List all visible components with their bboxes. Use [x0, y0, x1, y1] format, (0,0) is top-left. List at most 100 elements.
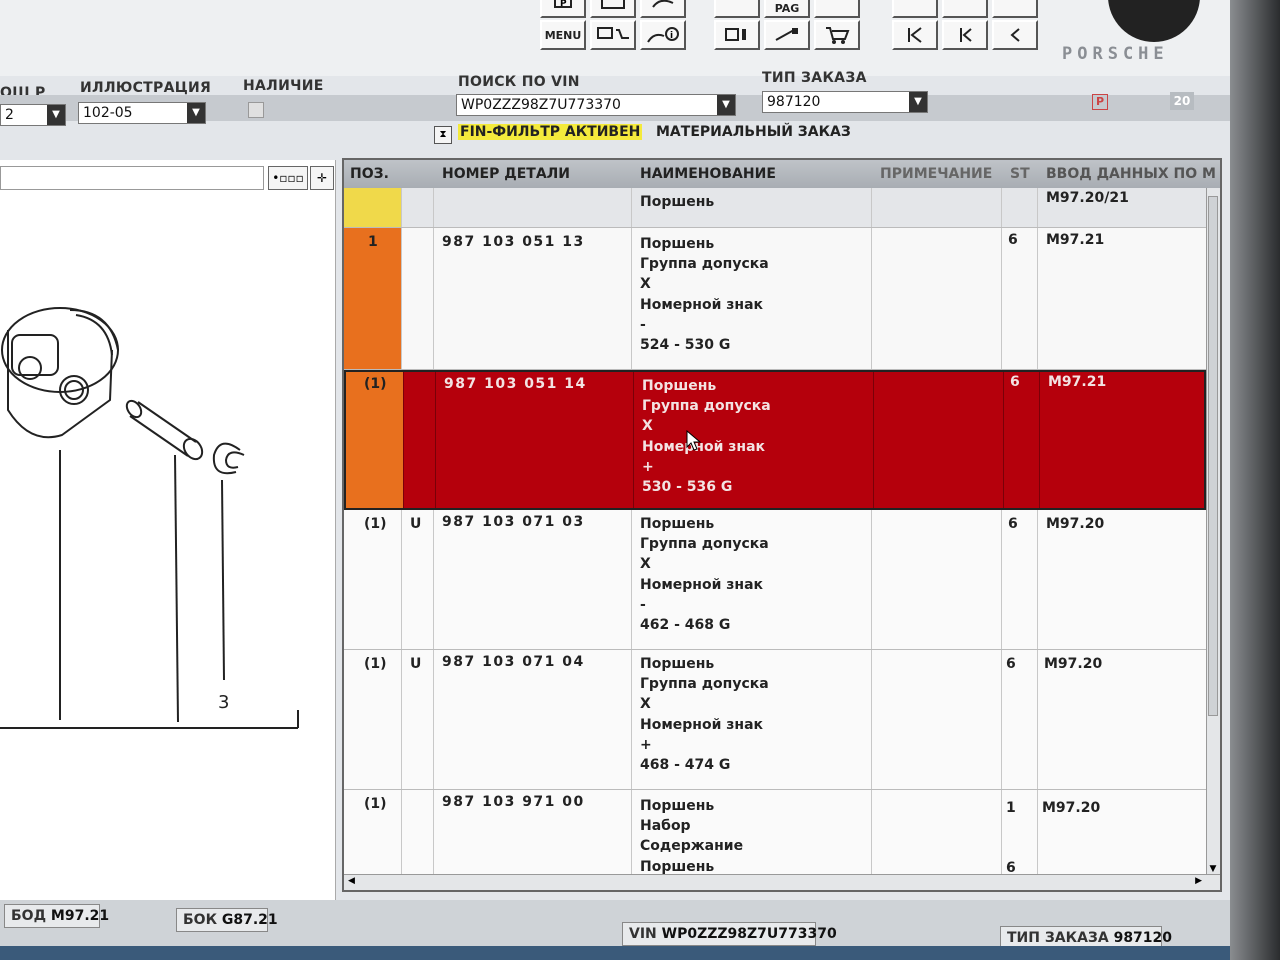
row-st: 6 [1010, 374, 1020, 390]
row-pos: (1) [364, 516, 387, 532]
print-icon[interactable]: P [540, 0, 586, 18]
svg-text:P: P [560, 0, 567, 9]
vin-value: WP0ZZZ98Z7U773370 [661, 926, 837, 942]
row-model: M97.20 [1046, 516, 1105, 532]
scroll-right-icon[interactable]: ▶ [1195, 876, 1202, 886]
count-badge: 20 [1170, 92, 1194, 110]
header-name[interactable]: НАИМЕНОВАНИЕ [640, 166, 776, 182]
pag-label: PAG [774, 1, 800, 15]
row-name-line: Номерной знак [642, 438, 766, 455]
window-icon[interactable] [590, 0, 636, 18]
table-row[interactable]: Поршень M97.20/21 [344, 188, 1206, 228]
row-name-line: Содержание [640, 838, 744, 855]
row-pos: (1) [364, 796, 387, 812]
cart-icon[interactable] [814, 20, 860, 50]
row-part-number: 987 103 051 14 [444, 376, 587, 392]
table-row[interactable]: 1 987 103 051 13 Поршень Группа допуска … [344, 228, 1206, 370]
pos-cell [344, 188, 402, 227]
horizontal-scrollbar[interactable]: ◀ ▶ [344, 874, 1220, 890]
nav-top-2-icon[interactable] [942, 0, 988, 18]
bod-label: БОД [11, 908, 47, 924]
header-part-number[interactable]: НОМЕР ДЕТАЛИ [442, 166, 570, 182]
nav-top-1-icon[interactable] [892, 0, 938, 18]
row-name-line: Группа допуска [640, 536, 769, 553]
row-part-number: 987 103 071 03 [442, 514, 585, 530]
monitor-cart-icon[interactable] [590, 20, 636, 50]
prev-page-icon[interactable] [992, 20, 1038, 50]
chevron-down-icon[interactable]: ▼ [187, 103, 205, 123]
monitor-bezel [1230, 0, 1280, 960]
row-pos: 1 [368, 234, 378, 250]
part-cell [434, 650, 632, 789]
mouse-cursor-icon [686, 430, 702, 451]
note-cell [874, 372, 1004, 508]
row-model: M97.21 [1048, 374, 1107, 390]
order-type-select[interactable]: 987120 ▼ [762, 91, 928, 113]
porsche-logo: PORSCHE [1062, 44, 1169, 64]
flag-cell [402, 790, 434, 880]
row-name-line: 462 - 468 G [640, 617, 731, 634]
row-name-line: X [640, 556, 651, 573]
vin-search-value: WP0ZZZ98Z7U773370 [461, 97, 621, 113]
vin-label: VIN [629, 926, 657, 942]
row-name-line: Группа допуска [642, 398, 771, 415]
table-row-selected[interactable]: (1) 987 103 051 14 Поршень Группа допуск… [344, 370, 1206, 510]
material-order-label: МАТЕРИАЛЬНЫЙ ЗАКАЗ [656, 124, 851, 140]
nav-top-3-icon[interactable] [992, 0, 1038, 18]
row-name: Поршень Набор Содержание Поршень [640, 796, 743, 877]
list-icon[interactable] [714, 20, 760, 50]
row-model: M97.20 [1042, 800, 1101, 816]
row-name-line: Поршень [640, 656, 715, 672]
row-name: Поршень Группа допуска X Номерной знак -… [640, 514, 769, 635]
availability-checkbox[interactable] [248, 102, 264, 118]
chevron-down-icon[interactable]: ▼ [717, 95, 735, 115]
chevron-down-icon[interactable]: ▼ [909, 92, 927, 112]
header-st[interactable]: ST [1010, 166, 1030, 182]
toolbar: P MENU i PAG PORSCHE [0, 0, 1230, 76]
thumbnail-view-button[interactable]: •▫▫▫ [268, 166, 308, 190]
info-icon[interactable]: i [640, 20, 686, 50]
cart-top-icon[interactable] [814, 0, 860, 18]
availability-label: НАЛИЧИЕ [243, 78, 324, 94]
status-vin: VIN WP0ZZZ98Z7U773370 [622, 922, 837, 946]
tool-icon[interactable] [714, 0, 760, 18]
row-part-number: 987 103 971 00 [442, 794, 585, 810]
first-page-icon[interactable] [892, 20, 938, 50]
scroll-left-icon[interactable]: ◀ [348, 876, 355, 886]
note-cell [872, 510, 1002, 649]
vin-search-label: ПОИСК ПО VIN [458, 74, 580, 90]
table-row[interactable]: (1) 987 103 971 00 Поршень Набор Содержа… [344, 790, 1206, 880]
callout-number: 3 [218, 692, 230, 713]
row-name: Поршень Группа допуска X Номерной знак +… [640, 654, 769, 775]
order-type-label: ТИП ЗАКАЗА [762, 70, 867, 86]
table-row[interactable]: (1) U 987 103 071 03 Поршень Группа допу… [344, 510, 1206, 650]
filter-toggle-icon[interactable]: ⧗ [434, 126, 452, 144]
scroll-thumb[interactable] [1208, 196, 1218, 716]
edit-icon[interactable] [764, 20, 810, 50]
illustration-select[interactable]: 102-05 ▼ [78, 102, 206, 124]
group-select[interactable]: 2 ▼ [0, 104, 66, 126]
row-name: Поршень Группа допуска X Номерной знак -… [640, 234, 769, 355]
st-cell [1004, 372, 1040, 508]
st-cell [1002, 188, 1038, 227]
header-note[interactable]: ПРИМЕЧАНИЕ [880, 166, 992, 182]
chevron-down-icon[interactable]: ▼ [47, 105, 65, 125]
vertical-scrollbar[interactable]: ▼ [1206, 188, 1220, 878]
menu-button[interactable]: MENU [540, 20, 586, 50]
row-name-line: + [642, 458, 654, 475]
table-row[interactable]: (1) U 987 103 071 04 Поршень Группа допу… [344, 650, 1206, 790]
flag-cell [402, 188, 434, 227]
prev-section-icon[interactable] [942, 20, 988, 50]
vin-search-select[interactable]: WP0ZZZ98Z7U773370 ▼ [456, 94, 736, 116]
move-icon[interactable]: ✛ [310, 166, 334, 190]
row-st: 1 [1006, 800, 1016, 816]
pag-button[interactable]: PAG [764, 0, 810, 18]
row-flag: U [410, 516, 422, 532]
illustration-toolbar [0, 166, 264, 190]
row-name-line: Группа допуска [640, 256, 769, 273]
header-pos[interactable]: ПОЗ. [350, 166, 389, 182]
row-name-line: Группа допуска [640, 676, 769, 693]
piston-illustration [0, 307, 299, 729]
link-icon[interactable] [640, 0, 686, 18]
header-data-entry[interactable]: ВВОД ДАННЫХ ПО М [1046, 166, 1216, 182]
